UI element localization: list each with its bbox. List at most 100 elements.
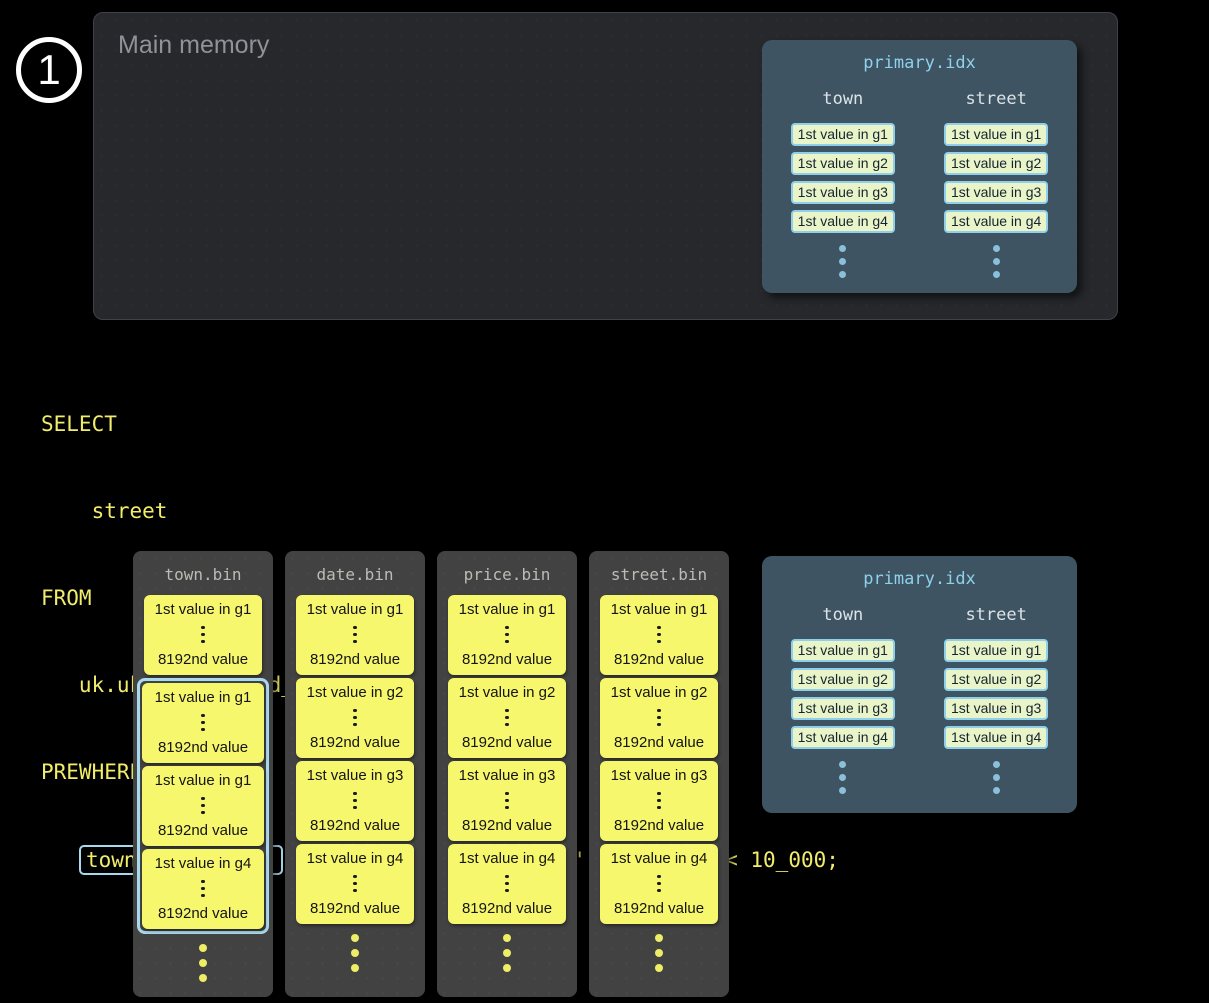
vertical-ellipsis-icon — [201, 797, 205, 815]
vertical-ellipsis-icon — [657, 792, 661, 810]
more-granules-ellipsis-icon — [133, 944, 273, 982]
primary-idx-title: primary.idx — [762, 556, 1077, 589]
granule-block: 1st value in g2 8192nd value — [448, 678, 566, 758]
granule-first-value: 1st value in g4 — [611, 850, 708, 867]
vertical-ellipsis-icon — [201, 880, 205, 898]
vertical-ellipsis-icon — [505, 792, 509, 810]
granule-block: 1st value in g4 8192nd value — [296, 844, 414, 924]
granule-last-value: 8192nd value — [310, 651, 400, 668]
granule-first-value: 1st value in g4 — [155, 855, 252, 872]
vertical-ellipsis-icon — [505, 709, 509, 727]
granule-blocks: 1st value in g1 8192nd value 1st value i… — [144, 595, 262, 934]
idx-entry: 1st value in g2 — [944, 152, 1048, 175]
vertical-ellipsis-icon — [657, 626, 661, 644]
more-entries-ellipsis-icon — [839, 761, 846, 794]
granule-block: 1st value in g4 8192nd value — [448, 844, 566, 924]
primary-idx-card-disk: primary.idx town 1st value in g1 1st val… — [762, 556, 1077, 813]
selected-granules-outline: 1st value in g1 8192nd value 1st value i… — [137, 678, 269, 934]
sql-line: SELECT — [41, 410, 839, 439]
primary-idx-columns: town 1st value in g1 1st value in g2 1st… — [762, 81, 1077, 278]
vertical-ellipsis-icon — [505, 875, 509, 893]
step-number: 1 — [37, 49, 60, 91]
bin-file-town: town.bin 1st value in g1 8192nd value 1s… — [133, 551, 273, 997]
granule-block: 1st value in g1 8192nd value — [600, 595, 718, 675]
idx-column-header-street: street — [965, 605, 1026, 625]
idx-column-town: town 1st value in g1 1st value in g2 1st… — [770, 81, 915, 278]
more-granules-ellipsis-icon — [437, 934, 577, 972]
vertical-ellipsis-icon — [201, 714, 205, 732]
granule-last-value: 8192nd value — [614, 651, 704, 668]
granule-last-value: 8192nd value — [614, 817, 704, 834]
granule-first-value: 1st value in g1 — [155, 689, 252, 706]
granule-block: 1st value in g1 8192nd value — [296, 595, 414, 675]
idx-column-header-town: town — [822, 89, 863, 109]
bin-file-date: date.bin 1st value in g1 8192nd value 1s… — [285, 551, 425, 997]
granule-block: 1st value in g2 8192nd value — [600, 678, 718, 758]
granule-blocks: 1st value in g1 8192nd value 1st value i… — [448, 595, 566, 924]
granule-last-value: 8192nd value — [310, 900, 400, 917]
granule-block: 1st value in g4 8192nd value — [142, 849, 264, 929]
idx-entry: 1st value in g2 — [791, 152, 895, 175]
granule-first-value: 1st value in g1 — [155, 772, 252, 789]
primary-idx-card-memory: primary.idx town 1st value in g1 1st val… — [762, 40, 1077, 293]
granule-last-value: 8192nd value — [158, 651, 248, 668]
idx-entry: 1st value in g3 — [944, 181, 1048, 204]
idx-entry: 1st value in g2 — [791, 668, 895, 691]
vertical-ellipsis-icon — [353, 626, 357, 644]
granule-last-value: 8192nd value — [158, 905, 248, 922]
idx-column-town: town 1st value in g1 1st value in g2 1st… — [770, 597, 915, 794]
step-1-badge: 1 — [16, 37, 82, 103]
more-entries-ellipsis-icon — [993, 761, 1000, 794]
granule-first-value: 1st value in g3 — [611, 767, 708, 784]
granule-block: 1st value in g3 8192nd value — [448, 761, 566, 841]
sql-line: street — [41, 497, 839, 526]
idx-entry: 1st value in g3 — [791, 181, 895, 204]
more-entries-ellipsis-icon — [839, 245, 846, 278]
granule-blocks: 1st value in g1 8192nd value 1st value i… — [600, 595, 718, 924]
bin-file-price: price.bin 1st value in g1 8192nd value 1… — [437, 551, 577, 997]
granule-last-value: 8192nd value — [462, 900, 552, 917]
sql-indent — [41, 848, 79, 872]
granule-last-value: 8192nd value — [462, 651, 552, 668]
granule-block: 1st value in g1 8192nd value — [144, 595, 262, 675]
idx-column-header-town: town — [822, 605, 863, 625]
granule-block: 1st value in g4 8192nd value — [600, 844, 718, 924]
idx-entry: 1st value in g4 — [944, 210, 1048, 233]
more-granules-ellipsis-icon — [589, 934, 729, 972]
more-granules-ellipsis-icon — [285, 934, 425, 972]
granule-block: 1st value in g3 8192nd value — [600, 761, 718, 841]
granule-last-value: 8192nd value — [158, 739, 248, 756]
granule-last-value: 8192nd value — [462, 817, 552, 834]
granule-first-value: 1st value in g4 — [307, 850, 404, 867]
idx-entry: 1st value in g1 — [944, 639, 1048, 662]
primary-idx-title: primary.idx — [762, 40, 1077, 73]
vertical-ellipsis-icon — [657, 709, 661, 727]
primary-idx-columns: town 1st value in g1 1st value in g2 1st… — [762, 597, 1077, 794]
granule-last-value: 8192nd value — [310, 734, 400, 751]
idx-entry: 1st value in g2 — [944, 668, 1048, 691]
granule-block: 1st value in g1 8192nd value — [448, 595, 566, 675]
granule-block: 1st value in g1 8192nd value — [142, 683, 264, 763]
granule-first-value: 1st value in g4 — [459, 850, 556, 867]
idx-column-street: street 1st value in g1 1st value in g2 1… — [924, 81, 1069, 278]
bin-file-name: price.bin — [437, 551, 577, 595]
idx-entry: 1st value in g4 — [791, 210, 895, 233]
vertical-ellipsis-icon — [353, 792, 357, 810]
granule-block: 1st value in g1 8192nd value — [142, 766, 264, 846]
bin-file-name: town.bin — [133, 551, 273, 595]
granule-last-value: 8192nd value — [462, 734, 552, 751]
more-entries-ellipsis-icon — [993, 245, 1000, 278]
bin-file-name: street.bin — [589, 551, 729, 595]
idx-entry: 1st value in g1 — [791, 639, 895, 662]
granule-last-value: 8192nd value — [158, 822, 248, 839]
granule-first-value: 1st value in g2 — [307, 684, 404, 701]
granule-block: 1st value in g2 8192nd value — [296, 678, 414, 758]
idx-column-header-street: street — [965, 89, 1026, 109]
granule-first-value: 1st value in g1 — [155, 601, 252, 618]
bin-file-name: date.bin — [285, 551, 425, 595]
granule-last-value: 8192nd value — [310, 817, 400, 834]
idx-entry: 1st value in g1 — [791, 123, 895, 146]
idx-column-street: street 1st value in g1 1st value in g2 1… — [924, 597, 1069, 794]
vertical-ellipsis-icon — [505, 626, 509, 644]
granule-block: 1st value in g3 8192nd value — [296, 761, 414, 841]
